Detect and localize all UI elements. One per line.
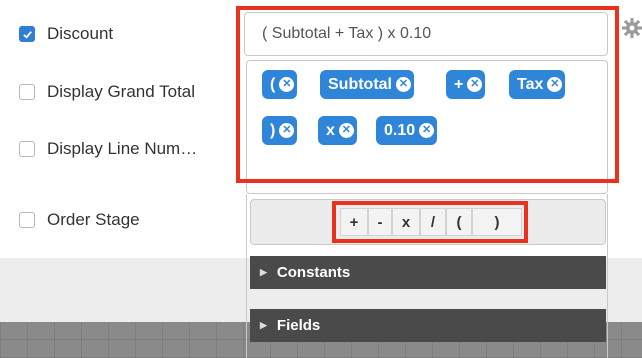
formula-token[interactable]: ) ✕ — [262, 116, 298, 145]
operator-open-paren-button[interactable]: ( — [446, 208, 472, 236]
display-grand-total-checkbox[interactable] — [19, 84, 35, 100]
discount-checkbox[interactable] — [19, 26, 35, 42]
token-label: ( — [270, 75, 276, 93]
token-label: 0.10 — [384, 121, 416, 139]
close-icon[interactable]: ✕ — [338, 123, 354, 138]
check-icon — [22, 30, 32, 39]
formula-token[interactable]: + ✕ — [446, 70, 486, 99]
close-icon[interactable]: ✕ — [279, 123, 295, 138]
operator-multiply-button[interactable]: x — [392, 208, 420, 236]
token-label: ) — [270, 121, 276, 139]
option-label: Display Grand Total — [47, 82, 196, 101]
caret-right-icon: ▶ — [260, 267, 267, 277]
close-icon[interactable]: ✕ — [467, 77, 483, 92]
gear-icon[interactable] — [622, 18, 642, 38]
token-label: Subtotal — [328, 75, 392, 93]
option-label: Display Line Num… — [47, 139, 198, 158]
close-icon[interactable]: ✕ — [396, 77, 411, 92]
option-label: Order Stage — [47, 210, 140, 229]
display-line-numbers-checkbox[interactable] — [19, 141, 35, 157]
caret-right-icon: ▶ — [260, 320, 267, 330]
close-icon[interactable]: ✕ — [279, 77, 295, 92]
section-label: Constants — [276, 264, 351, 281]
operator-close-paren-button[interactable]: ) — [472, 208, 522, 236]
constants-section-header[interactable]: ▶ Constants — [250, 256, 606, 289]
operator-plus-button[interactable]: + — [340, 208, 368, 236]
token-label: x — [326, 121, 335, 139]
option-discount[interactable]: Discount — [19, 24, 113, 44]
formula-token[interactable]: Tax ✕ — [509, 70, 566, 99]
formula-input[interactable]: ( Subtotal + Tax ) x 0.10 — [244, 12, 608, 56]
option-display-grand-total[interactable]: Display Grand Total — [19, 82, 195, 102]
operator-divide-button[interactable]: / — [420, 208, 446, 236]
formula-token[interactable]: 0.10 ✕ — [376, 116, 438, 145]
close-icon[interactable]: ✕ — [419, 123, 435, 138]
option-label: Discount — [47, 24, 114, 43]
formula-token[interactable]: Subtotal ✕ — [320, 70, 414, 99]
token-label: + — [454, 75, 464, 93]
operator-minus-button[interactable]: - — [368, 208, 392, 236]
section-label: Fields — [276, 317, 321, 334]
token-label: Tax — [517, 75, 544, 93]
option-order-stage[interactable]: Order Stage — [19, 210, 140, 230]
option-display-line-numbers[interactable]: Display Line Num… — [19, 139, 197, 159]
fields-section-header[interactable]: ▶ Fields — [250, 309, 606, 342]
order-stage-checkbox[interactable] — [19, 212, 35, 228]
close-icon[interactable]: ✕ — [547, 77, 563, 92]
formula-token[interactable]: ( ✕ — [262, 70, 298, 99]
formula-token[interactable]: x ✕ — [318, 116, 357, 145]
options-panel: Discount Display Grand Total Display Lin… — [0, 0, 235, 260]
